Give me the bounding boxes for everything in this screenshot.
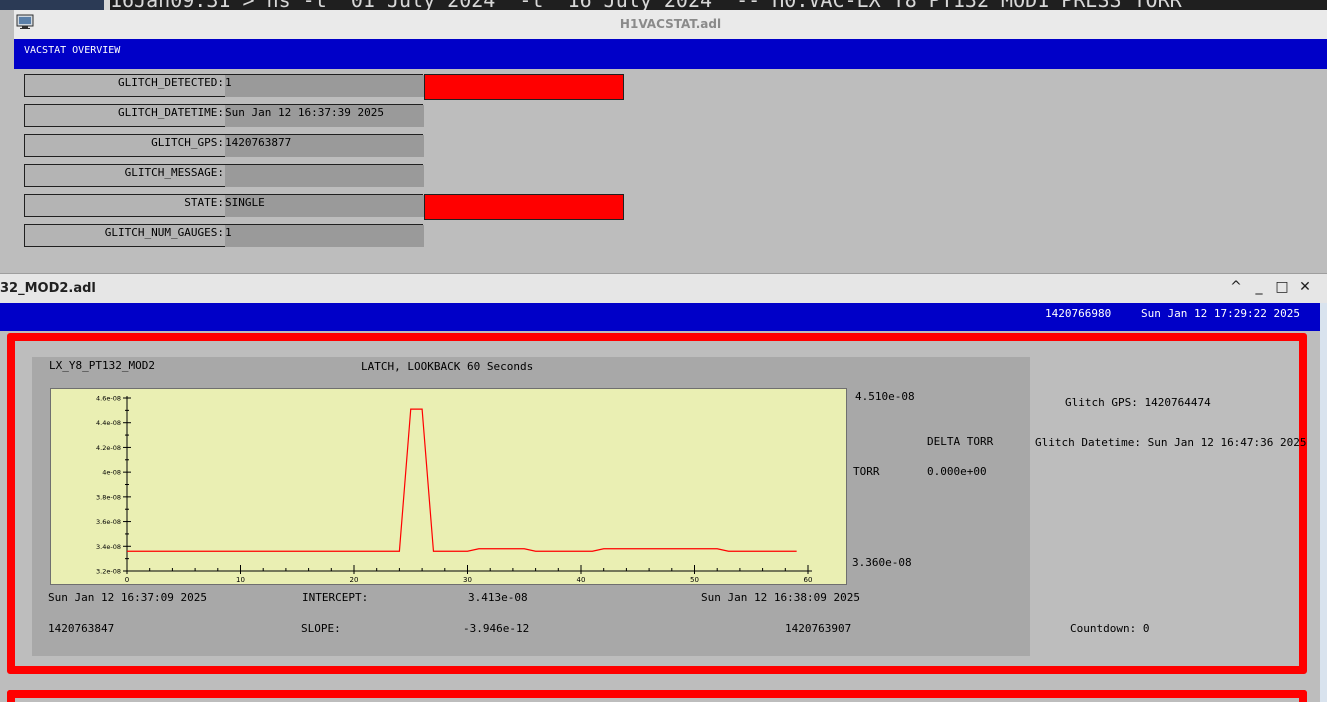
alarm-frame-next bbox=[7, 690, 1307, 702]
y-tick-label: 3.4e-08 bbox=[96, 543, 121, 551]
y-min-label: 3.360e-08 bbox=[852, 556, 912, 569]
alarm-indicator-state bbox=[424, 194, 624, 220]
y-max-label: 4.510e-08 bbox=[855, 390, 915, 403]
status-value: 1 bbox=[225, 76, 232, 89]
strip-chart: 0 10 20 30 40 50 60 3.2e-08 3.4e-08 3.6e-08 3.8e-0… bbox=[50, 388, 847, 585]
vacstat-window: H1VACSTAT.adl VACSTAT OVERVIEW GLITCH_DE… bbox=[14, 10, 1327, 272]
pressure-series-line bbox=[127, 408, 797, 552]
y-tick-label: 3.6e-08 bbox=[96, 518, 121, 526]
status-label: GLITCH_GPS: bbox=[151, 136, 224, 149]
x-tick-label: 40 bbox=[577, 576, 586, 584]
vacstat-header-label: VACSTAT OVERVIEW bbox=[24, 45, 121, 56]
glitch-gps-row: Glitch GPS: 1420764474 bbox=[1065, 396, 1211, 409]
x-tick-label: 20 bbox=[350, 576, 359, 584]
start-datetime: Sun Jan 12 16:37:09 2025 bbox=[48, 591, 207, 604]
status-row-glitch-gps: GLITCH_GPS: 1420763877 bbox=[24, 134, 424, 157]
vacstat-header-bar: VACSTAT OVERVIEW bbox=[14, 39, 1327, 69]
y-tick-label: 4.2e-08 bbox=[96, 444, 121, 452]
delta-torr-label: DELTA TORR bbox=[927, 435, 994, 448]
vacstat-window-title: H1VACSTAT.adl bbox=[619, 17, 722, 31]
status-value: Sun Jan 12 16:37:39 2025 bbox=[225, 106, 384, 119]
intercept-label: INTERCEPT: bbox=[302, 591, 369, 604]
x-tick-label: 60 bbox=[804, 576, 813, 584]
status-label: GLITCH_MESSAGE: bbox=[124, 166, 224, 179]
slope-value: -3.946e-12 bbox=[463, 622, 530, 635]
status-label: GLITCH_DATETIME: bbox=[118, 106, 224, 119]
y-tick-label: 3.2e-08 bbox=[96, 568, 121, 576]
y-tick-label: 4.6e-08 bbox=[96, 395, 121, 403]
close-window-button[interactable]: ✕ bbox=[1297, 279, 1313, 295]
mod2-window-title: 32_MOD2.adl bbox=[0, 281, 96, 296]
status-value: 1 bbox=[225, 226, 232, 239]
y-tick-label: 3.8e-08 bbox=[96, 493, 121, 501]
status-value: SINGLE bbox=[225, 196, 265, 209]
glitch-datetime-label: Glitch Datetime: bbox=[1035, 436, 1141, 449]
end-gps: 1420763907 bbox=[785, 622, 852, 635]
end-datetime: Sun Jan 12 16:38:09 2025 bbox=[701, 591, 860, 604]
status-row-glitch-num-gauges: GLITCH_NUM_GAUGES: 1 bbox=[24, 224, 424, 247]
y-tick-label: 4e-08 bbox=[102, 469, 121, 477]
alarm-indicator-glitch-detected bbox=[424, 74, 624, 100]
terminal-text: 16Jan09:31 > hs -t '01 July 2024' -t '16… bbox=[110, 0, 1327, 10]
status-label: STATE: bbox=[184, 196, 224, 209]
status-row-state: STATE: SINGLE bbox=[24, 194, 424, 217]
maximize-window-button[interactable]: □ bbox=[1274, 279, 1290, 295]
status-label: GLITCH_DETECTED: bbox=[118, 76, 224, 89]
strip-chart-svg: 0 10 20 30 40 50 60 3.2e-08 3.4e-08 3.6e-08 3.8e-0… bbox=[96, 395, 813, 585]
units-label: TORR bbox=[853, 465, 880, 478]
status-row-glitch-datetime: GLITCH_DATETIME: Sun Jan 12 16:37:39 202… bbox=[24, 104, 424, 127]
countdown-value: 0 bbox=[1142, 622, 1150, 635]
start-gps: 1420763847 bbox=[48, 622, 115, 635]
background-window-edge bbox=[1320, 303, 1327, 702]
status-row-glitch-message: GLITCH_MESSAGE: bbox=[24, 164, 424, 187]
slope-label: SLOPE: bbox=[301, 622, 341, 635]
current-datetime-readout: Sun Jan 12 17:29:22 2025 bbox=[1141, 307, 1300, 320]
glitch-datetime-value: Sun Jan 12 16:47:36 2025 bbox=[1147, 436, 1307, 449]
countdown-row: Countdown: 0 bbox=[1070, 622, 1149, 635]
mod2-header-bar bbox=[0, 303, 1320, 331]
x-tick-label: 30 bbox=[463, 576, 472, 584]
collapse-window-button[interactable]: ^ bbox=[1228, 279, 1244, 295]
mod2-window: 32_MOD2.adl ^ _ □ ✕ 1420766980 Sun Jan 1… bbox=[0, 273, 1327, 702]
vacstat-titlebar[interactable]: H1VACSTAT.adl bbox=[14, 10, 1327, 40]
x-tick-label: 50 bbox=[690, 576, 699, 584]
status-row-glitch-detected: GLITCH_DETECTED: 1 bbox=[24, 74, 424, 97]
mod2-titlebar[interactable]: 32_MOD2.adl ^ _ □ ✕ bbox=[0, 273, 1327, 304]
glitch-datetime-row: Glitch Datetime: Sun Jan 12 16:47:36 202… bbox=[1035, 436, 1307, 449]
taskbar-fragment bbox=[0, 0, 104, 10]
glitch-gps-label: Glitch GPS: bbox=[1065, 396, 1138, 409]
status-label: GLITCH_NUM_GAUGES: bbox=[104, 226, 224, 239]
glitch-gps-value: 1420764474 bbox=[1144, 396, 1211, 409]
plot-mode-label: LATCH, LOOKBACK 60 Seconds bbox=[361, 360, 534, 373]
x-tick-label: 0 bbox=[125, 576, 129, 584]
intercept-value: 3.413e-08 bbox=[468, 591, 528, 604]
delta-torr-value: 0.000e+00 bbox=[927, 465, 987, 478]
countdown-label: Countdown: bbox=[1070, 622, 1137, 635]
y-tick-label: 4.4e-08 bbox=[96, 419, 121, 427]
x-tick-label: 10 bbox=[236, 576, 245, 584]
status-value: 1420763877 bbox=[225, 136, 292, 149]
current-gps-readout: 1420766980 bbox=[1045, 307, 1112, 320]
minimize-window-button[interactable]: _ bbox=[1251, 279, 1267, 295]
channel-name: LX_Y8_PT132_MOD2 bbox=[49, 359, 155, 372]
